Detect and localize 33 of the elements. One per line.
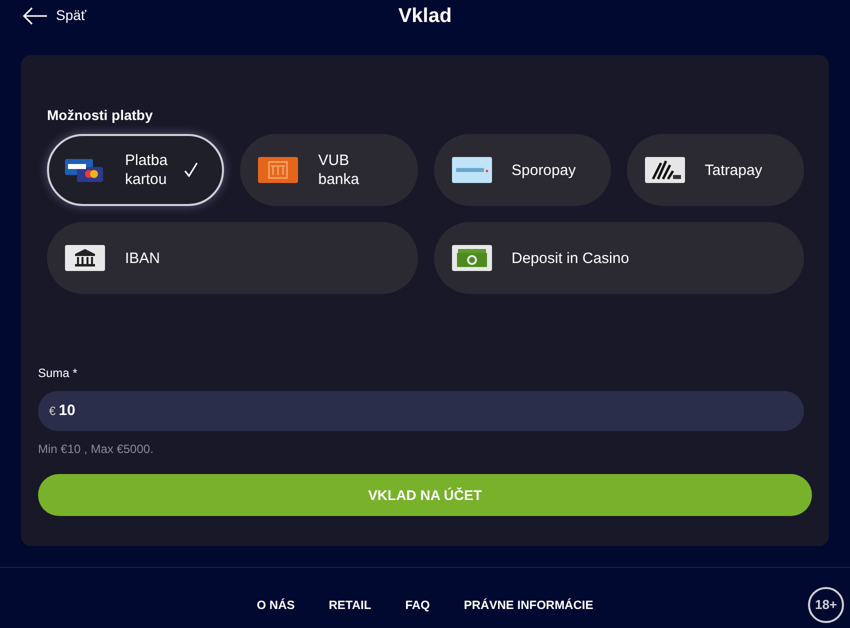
payment-method-option[interactable]: VUB banka [240, 134, 418, 206]
tatrapay-logo-icon [644, 157, 685, 183]
amount-limits-hint: Min €10 , Max €5000. [38, 441, 154, 458]
age-restriction-badge: 18+ [808, 587, 844, 623]
back-arrow-icon[interactable] [22, 6, 48, 24]
bank-building-icon [258, 157, 298, 183]
amount-value: 10 [58, 400, 76, 421]
back-link[interactable]: Späť [56, 5, 86, 26]
payment-method-label: Platba kartou [125, 151, 169, 189]
footer-link[interactable]: O NÁS [256, 596, 295, 614]
page-title: Vklad [398, 4, 452, 29]
footer-link[interactable]: RETAIL [328, 596, 372, 614]
payment-method-option[interactable]: Deposit in Casino [434, 222, 804, 294]
payment-method-label: IBAN [125, 248, 160, 268]
sporopay-logo-icon [452, 157, 492, 183]
currency-symbol: € [49, 403, 56, 420]
credit-cards-icon [65, 157, 105, 183]
checkmark-icon [184, 162, 198, 178]
footer-link[interactable]: FAQ [405, 596, 430, 614]
amount-field[interactable]: € 10 [38, 391, 804, 431]
payment-method-label: Tatrapay [704, 160, 762, 180]
payment-method-option[interactable]: IBAN [47, 222, 418, 294]
payment-method-label: VUB banka [318, 151, 360, 189]
payment-method-option[interactable]: Sporopay [434, 134, 611, 206]
bank-building-icon [65, 245, 105, 271]
section-label: Možnosti platby [47, 106, 154, 125]
payment-method-label: Deposit in Casino [512, 248, 630, 268]
field-label: Suma * [38, 365, 78, 382]
payment-method-label: Sporopay [512, 160, 576, 180]
footer-link[interactable]: PRÁVNE INFORMÁCIE [464, 596, 594, 614]
payment-method-option[interactable]: Platba kartou [47, 134, 224, 206]
payment-method-option[interactable]: Tatrapay [626, 134, 804, 206]
banknote-icon [452, 245, 492, 271]
